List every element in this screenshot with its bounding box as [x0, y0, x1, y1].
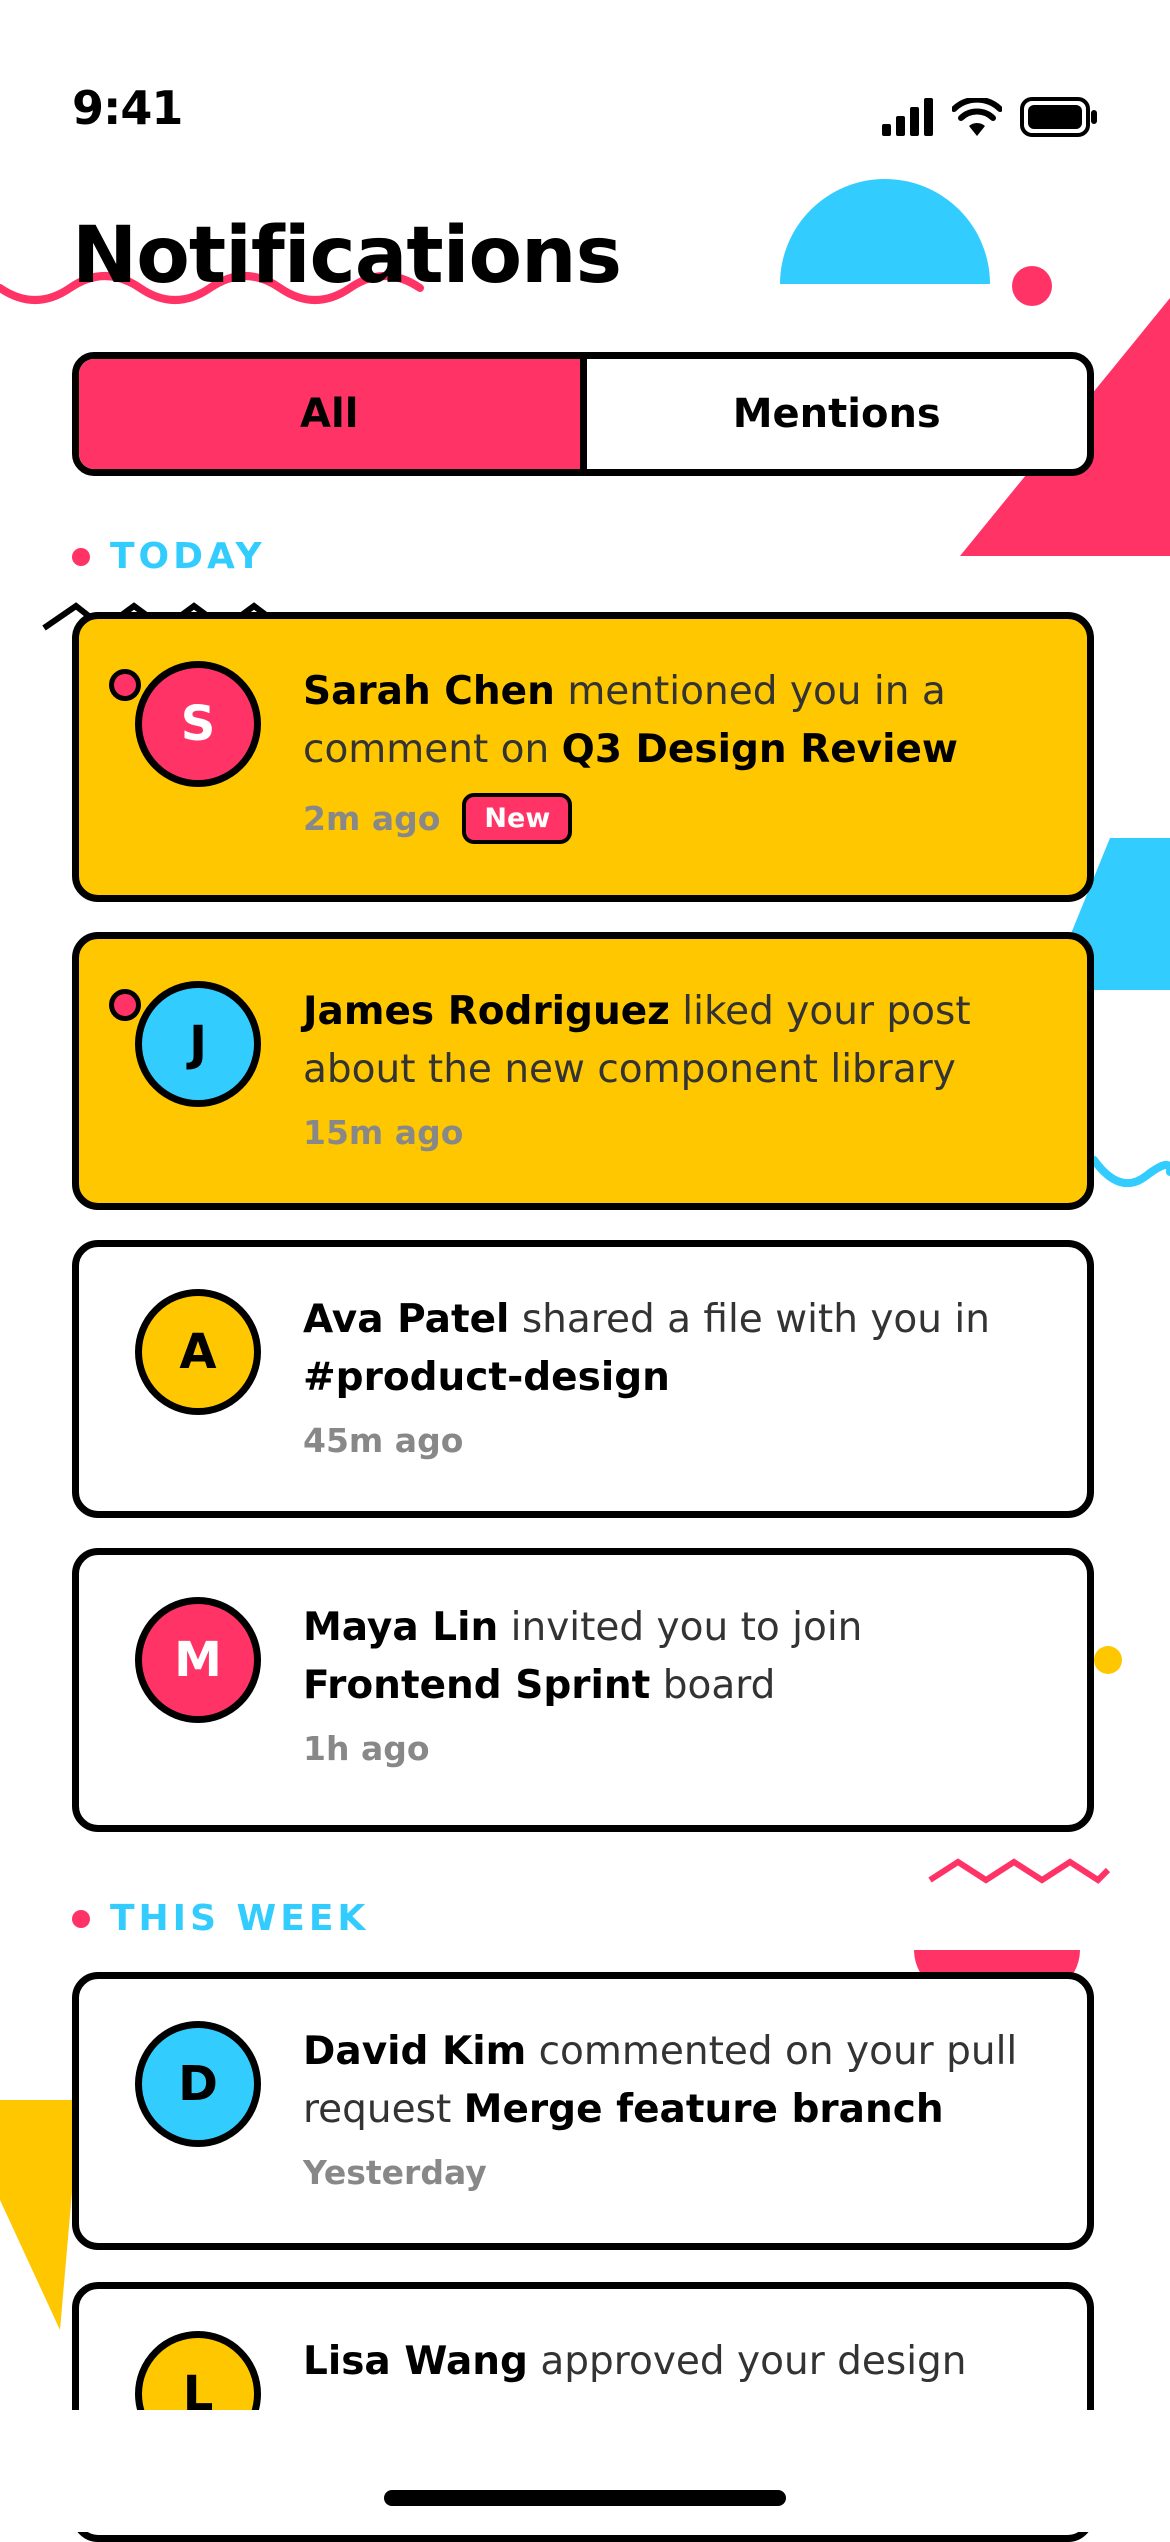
tab-all[interactable]: All	[79, 359, 580, 469]
notification-card[interactable]: A Ava Patel shared a file with you in #p…	[72, 1240, 1094, 1518]
notification-time: Yesterday	[303, 2153, 487, 2192]
avatar: J	[135, 981, 261, 1107]
pink-dot-shape	[1012, 266, 1052, 306]
section-dot-icon	[72, 547, 90, 566]
avatar: A	[135, 1289, 261, 1415]
notification-sender: Ava Patel	[303, 1297, 510, 1342]
notification-card[interactable]: S Sarah Chen mentioned you in a comment …	[72, 612, 1094, 902]
notification-message: Sarah Chen mentioned you in a comment on…	[303, 663, 1047, 779]
unread-indicator-icon	[109, 989, 141, 1021]
tab-mentions[interactable]: Mentions	[579, 359, 1088, 469]
unread-indicator-icon	[109, 669, 141, 701]
section-header-today: TODAY	[72, 536, 266, 577]
notification-message: Ava Patel shared a file with you in #pro…	[303, 1291, 1047, 1407]
notification-sender: Maya Lin	[303, 1605, 499, 1650]
cyan-half-circle-shape	[780, 179, 990, 284]
avatar: S	[135, 661, 261, 787]
notification-card[interactable]: D David Kim commented on your pull reque…	[72, 1972, 1094, 2250]
scroll-fade	[0, 2410, 1170, 2532]
notification-time: 2m ago	[303, 799, 441, 838]
notification-time: 15m ago	[303, 1113, 464, 1152]
notification-action: shared a file with you in	[521, 1297, 990, 1342]
section-header-this-week: THIS WEEK	[72, 1898, 369, 1939]
section-dot-icon	[72, 1909, 90, 1928]
cyan-wave-shape	[1090, 1156, 1170, 1188]
new-badge: New	[462, 793, 573, 844]
notification-time: 45m ago	[303, 1421, 464, 1460]
avatar: D	[135, 2021, 261, 2147]
notification-sender: James Rodriguez	[303, 989, 670, 1034]
notification-target: Merge feature branch	[463, 2087, 944, 2132]
notification-message: David Kim commented on your pull request…	[303, 2023, 1047, 2139]
filter-tabs: All Mentions	[72, 352, 1094, 476]
section-label: THIS WEEK	[110, 1898, 370, 1939]
notification-card[interactable]: M Maya Lin invited you to join Frontend …	[72, 1548, 1094, 1832]
page-title: Notifications	[72, 211, 622, 301]
notification-target: Q3 Design Review	[561, 727, 958, 772]
notification-target: Frontend Sprint	[303, 1663, 651, 1708]
notification-target: #product-design	[303, 1355, 670, 1400]
yellow-triangle-shape	[0, 2100, 80, 2330]
notification-message: Maya Lin invited you to join Frontend Sp…	[303, 1599, 1047, 1715]
notification-sender: David Kim	[303, 2029, 527, 2074]
home-indicator[interactable]	[384, 2490, 786, 2506]
notification-action: invited you to join	[510, 1605, 863, 1650]
notification-sender: Sarah Chen	[303, 669, 555, 714]
notification-action: approved your design	[540, 2339, 967, 2384]
avatar: M	[135, 1597, 261, 1723]
notification-sender: Lisa Wang	[303, 2339, 528, 2384]
notification-card[interactable]: J James Rodriguez liked your post about …	[72, 932, 1094, 1210]
notification-message: James Rodriguez liked your post about th…	[303, 983, 1047, 1099]
section-label: TODAY	[110, 536, 266, 577]
notification-message: Lisa Wang approved your design	[303, 2333, 1047, 2391]
notification-suffix: board	[662, 1663, 776, 1708]
yellow-dot-shape	[1094, 1646, 1122, 1674]
notification-time: 1h ago	[303, 1729, 430, 1768]
pink-zigzag-shape	[928, 1858, 1111, 1884]
